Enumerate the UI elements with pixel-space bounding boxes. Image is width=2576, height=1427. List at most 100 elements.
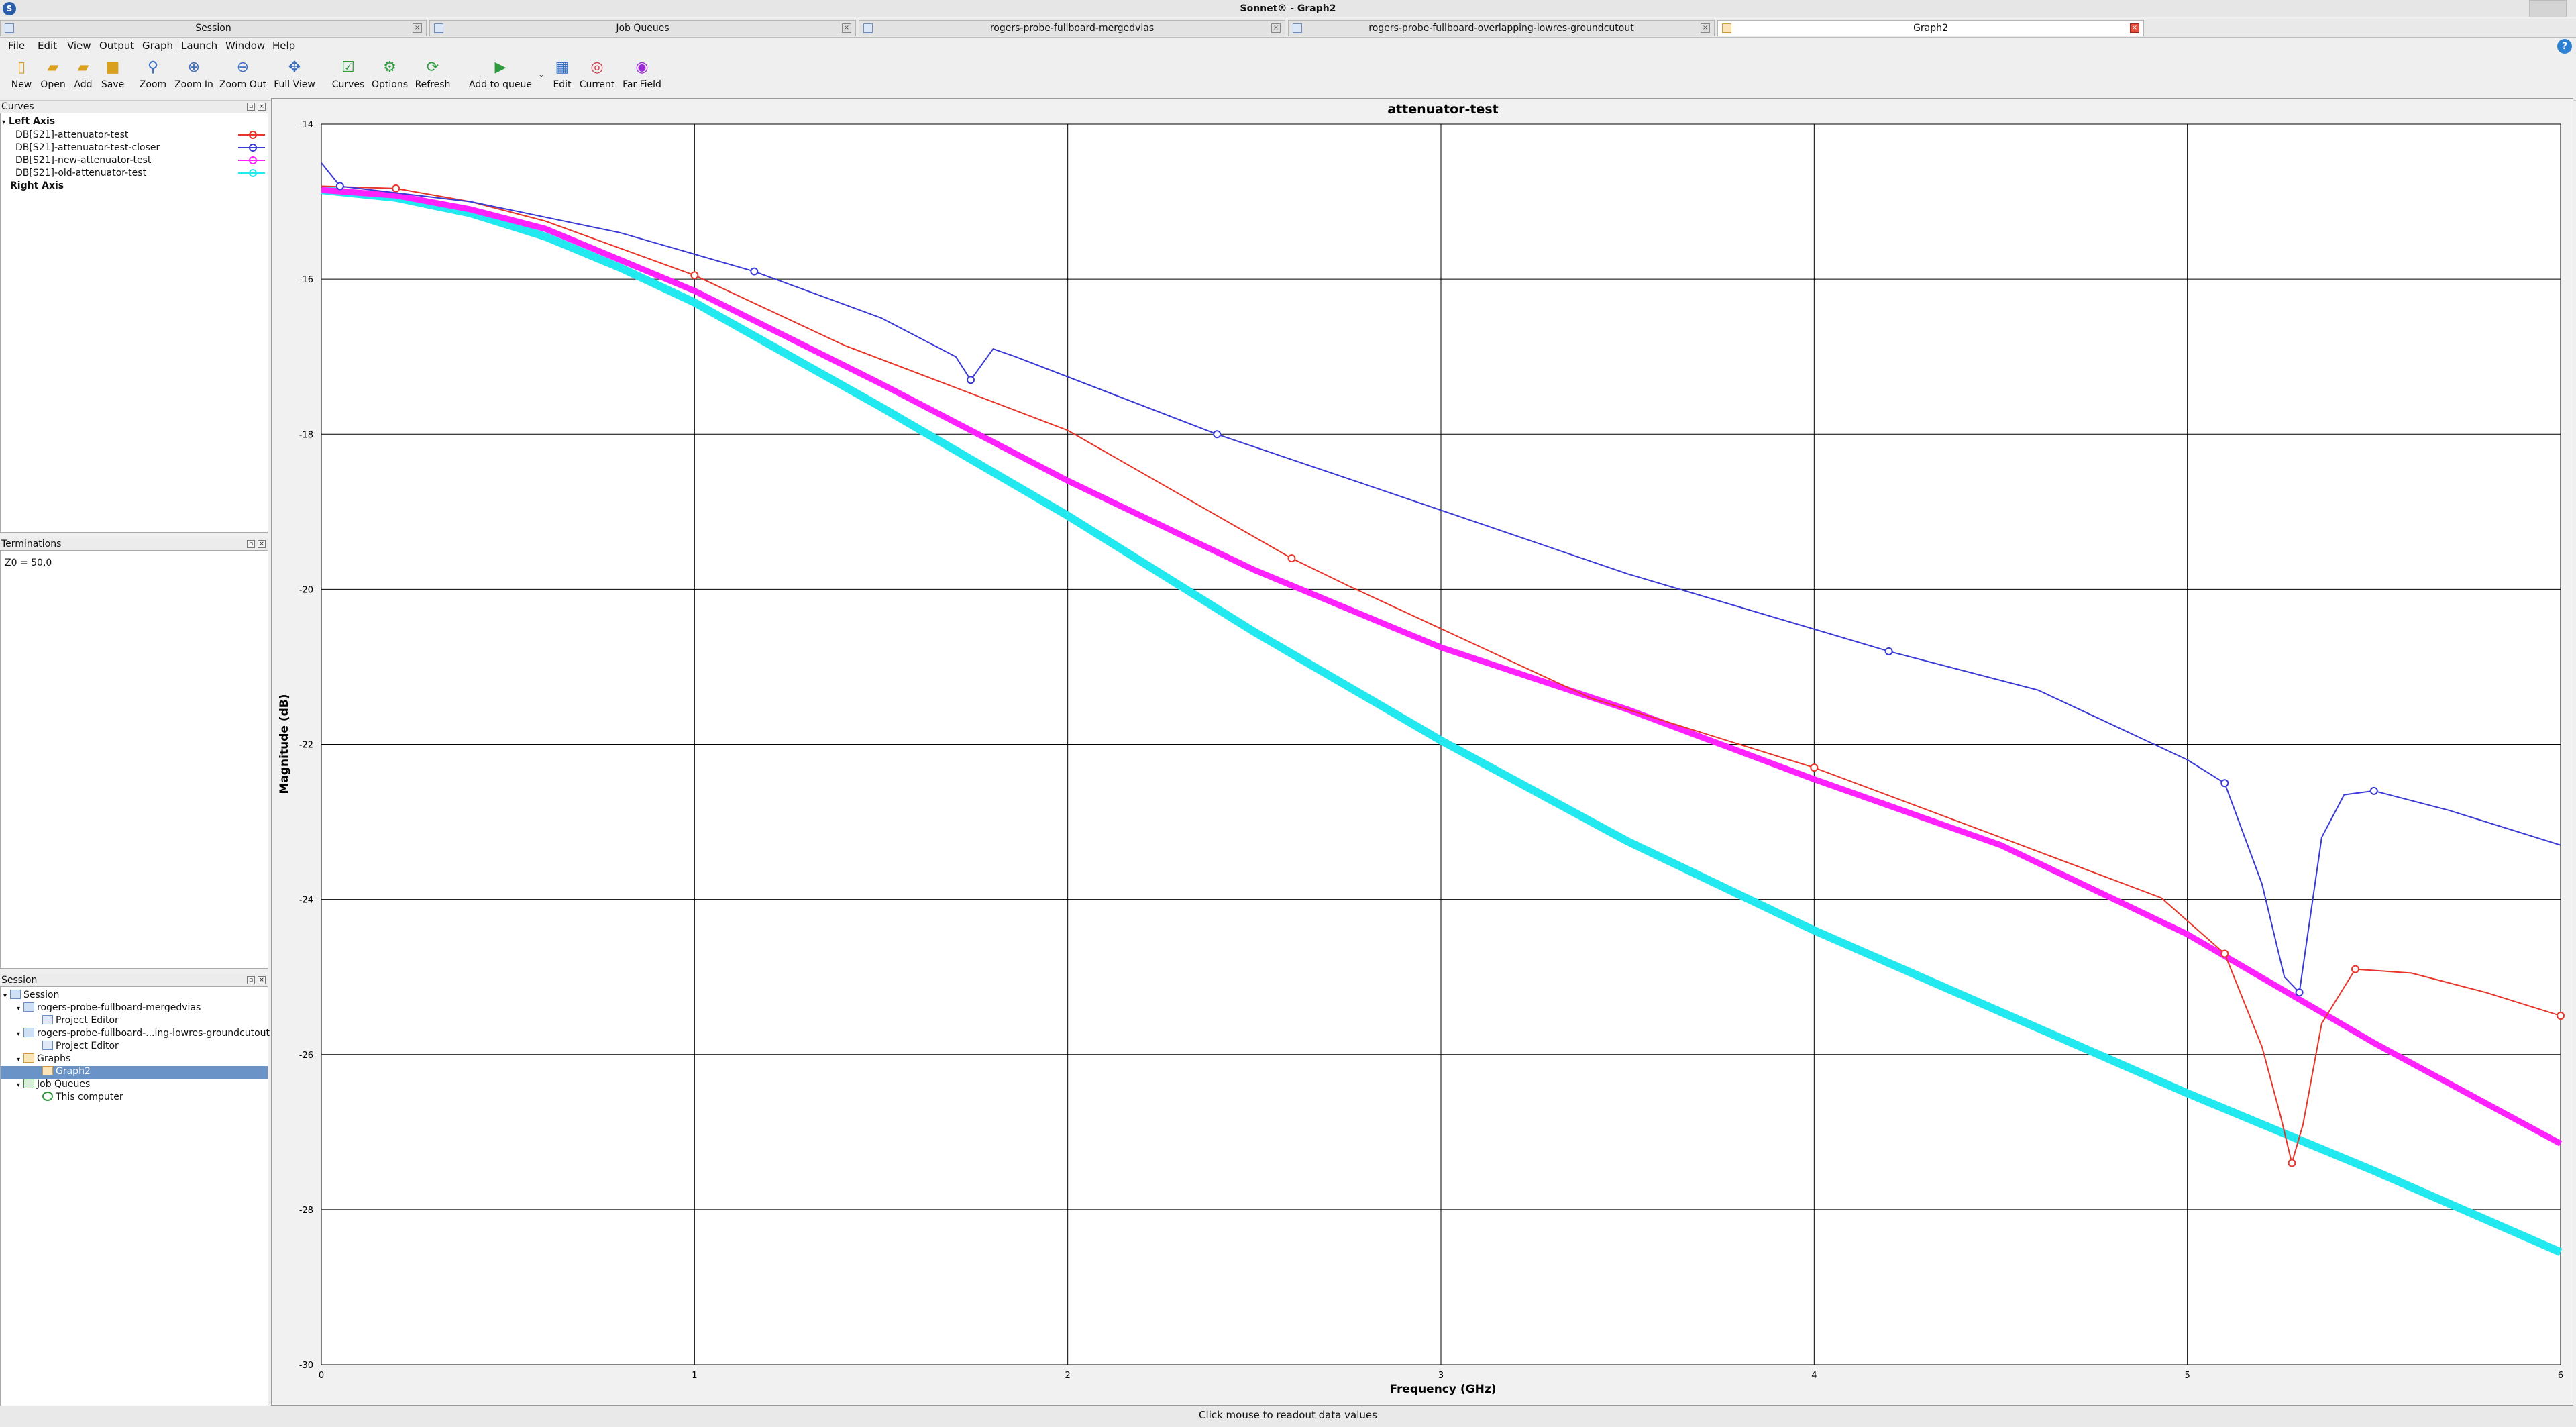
- y-tick-label: -28: [299, 1206, 313, 1216]
- close-icon[interactable]: ×: [2130, 23, 2139, 33]
- toolbar-label: Zoom Out: [219, 79, 267, 90]
- expand-arrow-icon: ▾: [3, 992, 7, 1000]
- curve-item[interactable]: DB[S21]-new-attenuator-test: [15, 155, 151, 166]
- tree-item-this-computer[interactable]: This computer: [42, 1092, 123, 1102]
- close-icon[interactable]: ×: [413, 23, 422, 33]
- left-axis-node[interactable]: ▾ Left Axis: [2, 116, 55, 127]
- curve-label: DB[S21]-new-attenuator-test: [15, 155, 152, 166]
- expand-arrow-icon: ▾: [17, 1030, 21, 1038]
- menu-launch[interactable]: Launch: [181, 40, 217, 52]
- current-button[interactable]: ◎ Current: [578, 58, 616, 90]
- tab-project-mergedvias[interactable]: rogers-probe-fullboard-mergedvias ×: [859, 20, 1285, 36]
- data-point-marker: [967, 376, 975, 384]
- data-point-marker: [2220, 779, 2229, 788]
- curves-panel: ▾ Left Axis DB[S21]-attenuator-test DB[S2…: [0, 113, 268, 533]
- close-icon[interactable]: ×: [258, 540, 266, 548]
- float-icon[interactable]: ▫: [247, 540, 255, 548]
- window-controls[interactable]: [2529, 0, 2567, 17]
- close-icon[interactable]: ×: [258, 976, 266, 984]
- chart-svg[interactable]: 0 1 2 3 4 5 6 -14 -16 -18 -20 -22 -24 -26 -28 -30 atten…: [272, 99, 2573, 1405]
- full-view-icon: ✥: [288, 59, 301, 76]
- tab-session[interactable]: Session ×: [0, 20, 427, 36]
- tree-item-job-queues[interactable]: ▾ Job Queues: [17, 1079, 90, 1090]
- terminations-panel: Z0 = 50.0: [0, 550, 268, 969]
- y-axis-label: Magnitude (dB): [278, 694, 291, 794]
- curves-button[interactable]: ☑ Curves: [330, 58, 366, 90]
- zoom-in-button[interactable]: ⊕ Zoom In: [173, 58, 215, 90]
- curve-item[interactable]: DB[S21]-attenuator-test: [15, 129, 128, 140]
- right-axis-node[interactable]: Right Axis: [10, 180, 64, 191]
- zoom-out-button[interactable]: ⊖ Zoom Out: [219, 58, 267, 90]
- menu-output[interactable]: Output: [99, 40, 134, 52]
- add-to-queue-button[interactable]: ▶ Add to queue: [468, 58, 533, 90]
- tree-item-graph2-selected[interactable]: Graph2: [1, 1066, 268, 1079]
- add-to-queue-dropdown[interactable]: ⌄: [535, 70, 547, 79]
- x-tick-label: 1: [692, 1371, 697, 1381]
- close-icon[interactable]: ×: [1701, 23, 1710, 33]
- tree-label: This computer: [56, 1092, 123, 1102]
- options-button[interactable]: ⚙ Options: [370, 58, 409, 90]
- tree-item-project[interactable]: ▾ rogers-probe-fullboard-mergedvias: [17, 1002, 201, 1013]
- x-tick-label: 6: [2558, 1371, 2563, 1381]
- zoom-button[interactable]: ⚲ Zoom: [137, 58, 169, 90]
- edit-button[interactable]: ▦ Edit: [550, 58, 574, 90]
- menu-bar: File Edit View Output Graph Launch Windo…: [0, 38, 2576, 54]
- close-icon[interactable]: ×: [842, 23, 851, 33]
- open-button[interactable]: ▰ Open: [39, 58, 67, 90]
- tree-label: rogers-probe-fullboard-mergedvias: [37, 1002, 201, 1013]
- expand-arrow-icon: ▾: [17, 1056, 21, 1063]
- zoom-in-icon: ⊕: [187, 59, 201, 76]
- close-icon[interactable]: ×: [258, 103, 266, 111]
- add-button[interactable]: ▰ Add: [71, 58, 95, 90]
- far-field-button[interactable]: ◉ Far Field: [620, 58, 664, 90]
- full-view-button[interactable]: ✥ Full View: [272, 58, 317, 90]
- tab-label: rogers-probe-fullboard-mergedvias: [989, 23, 1155, 34]
- curve-item[interactable]: DB[S21]-old-attenuator-test: [15, 168, 146, 178]
- zoom-out-icon: ⊖: [236, 59, 250, 76]
- tree-label: Project Editor: [56, 1041, 119, 1051]
- new-file-icon: ▯: [17, 59, 26, 76]
- graph-area[interactable]: 0 1 2 3 4 5 6 -14 -16 -18 -20 -22 -24 -26 -28 -30 atten…: [271, 98, 2573, 1406]
- menu-window[interactable]: Window: [225, 40, 265, 52]
- curve-label: DB[S21]-attenuator-test-closer: [15, 142, 160, 153]
- tree-item-graphs[interactable]: ▾ Graphs: [17, 1053, 70, 1064]
- menu-help[interactable]: Help: [272, 40, 295, 52]
- float-icon[interactable]: ▫: [247, 103, 255, 111]
- legend-swatch-attenuator-test-closer: [238, 144, 265, 152]
- terminations-panel-title: Terminations: [1, 539, 62, 549]
- data-point-marker: [2351, 965, 2360, 973]
- toolbar-label: Edit: [553, 79, 572, 90]
- status-bar: Click mouse to readout data values: [0, 1406, 2576, 1427]
- curve-item[interactable]: DB[S21]-attenuator-test-closer: [15, 142, 160, 153]
- left-axis-label: Left Axis: [9, 116, 56, 127]
- graph-icon: [1722, 23, 1731, 33]
- new-button[interactable]: ▯ New: [9, 58, 34, 90]
- refresh-button[interactable]: ⟳ Refresh: [413, 58, 452, 90]
- tree-item-project-editor[interactable]: Project Editor: [42, 1015, 119, 1026]
- far-field-icon: ◉: [635, 59, 649, 76]
- tree-item-session[interactable]: ▾ Session: [3, 990, 59, 1000]
- menu-edit[interactable]: Edit: [38, 40, 57, 52]
- editor-icon: [42, 1015, 53, 1024]
- tree-label: Job Queues: [37, 1079, 91, 1090]
- menu-view[interactable]: View: [67, 40, 91, 52]
- tab-graph2[interactable]: Graph2 ×: [1717, 20, 2144, 36]
- session-icon: [10, 990, 21, 999]
- menu-graph[interactable]: Graph: [142, 40, 173, 52]
- add-folder-icon: ▰: [77, 59, 89, 76]
- help-icon[interactable]: ?: [2557, 39, 2572, 54]
- float-icon[interactable]: ▫: [247, 976, 255, 984]
- computer-status-icon: [42, 1092, 53, 1101]
- data-point-marker: [1884, 647, 1893, 655]
- tab-project-groundcutout[interactable]: rogers-probe-fullboard-overlapping-lowre…: [1288, 20, 1715, 36]
- tree-item-project[interactable]: ▾ rogers-probe-fullboard-...ing-lowres-gr…: [17, 1028, 270, 1039]
- curves-panel-header: Curves ▫ ×: [0, 101, 268, 113]
- project-icon: [1293, 23, 1302, 33]
- expand-arrow-icon: ▾: [2, 119, 6, 126]
- save-button[interactable]: ■ Save: [99, 58, 126, 90]
- tab-job-queues[interactable]: Job Queues ×: [429, 20, 856, 36]
- tree-item-project-editor[interactable]: Project Editor: [42, 1041, 119, 1051]
- legend-swatch-old-attenuator-test: [238, 169, 265, 177]
- menu-file[interactable]: File: [8, 40, 25, 52]
- close-icon[interactable]: ×: [1271, 23, 1281, 33]
